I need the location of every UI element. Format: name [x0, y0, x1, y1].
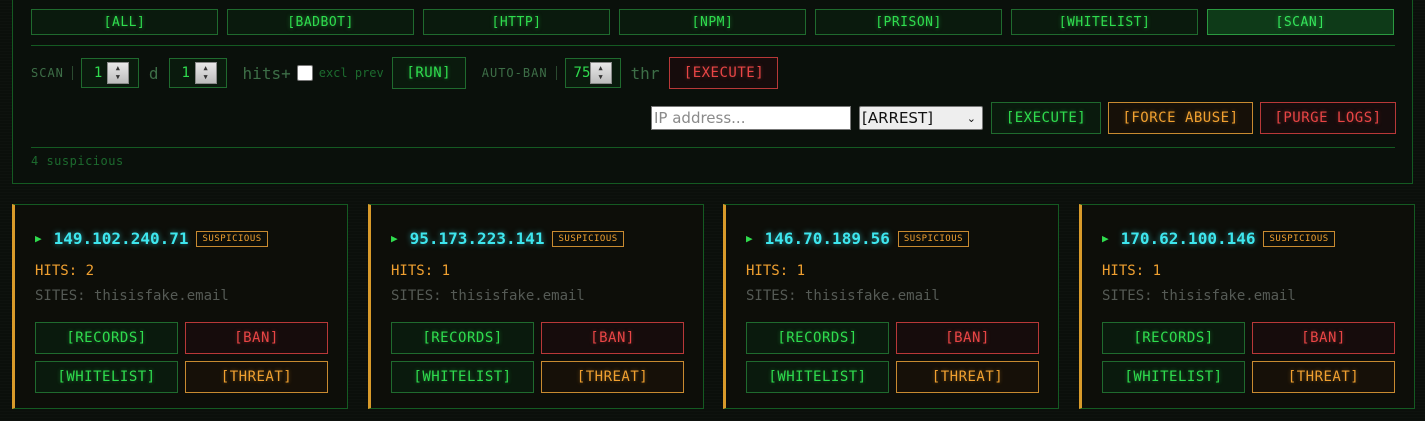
divider [31, 45, 1395, 46]
status-badge: SUSPICIOUS [1263, 230, 1335, 247]
sites-list: SITES: thisisfake.email [746, 288, 940, 304]
spinner-icon[interactable]: ▲ ▼ [106, 62, 129, 84]
hits-count: HITS: 2 [35, 263, 95, 279]
ip-card: ▶ 95.173.223.141 SUSPICIOUS HITS: 1 SITE… [368, 204, 704, 409]
whitelist-button[interactable]: [WHITELIST] [391, 361, 534, 393]
excl-prev-checkbox[interactable] [296, 65, 313, 81]
ip-address-input[interactable]: IP address... [651, 106, 851, 130]
triangle-right-icon[interactable]: ▶ [35, 232, 42, 245]
divider [31, 147, 1395, 148]
control-panel: [ALL] [BADBOT] [HTTP] [NPM] [PRISON] [WH… [12, 0, 1413, 184]
tab-all[interactable]: [ALL] [31, 9, 218, 35]
run-button[interactable]: [RUN] [391, 57, 466, 89]
purge-logs-button[interactable]: [PURGE LOGS] [1260, 102, 1396, 134]
sites-list: SITES: thisisfake.email [1102, 288, 1296, 304]
threshold-unit: thr [630, 63, 660, 83]
threat-button[interactable]: [THREAT] [896, 361, 1039, 393]
tab-http[interactable]: [HTTP] [423, 9, 610, 35]
tab-whitelist[interactable]: [WHITELIST] [1011, 9, 1198, 35]
autoban-execute-button[interactable]: [EXECUTE] [669, 57, 779, 89]
ip-address: 149.102.240.71 [53, 229, 189, 248]
tab-npm[interactable]: [NPM] [619, 9, 806, 35]
chevron-down-icon: ⌄ [966, 111, 976, 125]
whitelist-button[interactable]: [WHITELIST] [1102, 361, 1245, 393]
filter-tabs: [ALL] [BADBOT] [HTTP] [NPM] [PRISON] [WH… [31, 9, 1394, 35]
sites-list: SITES: thisisfake.email [391, 288, 585, 304]
spinner-icon[interactable]: ▲ ▼ [194, 62, 217, 84]
action-select[interactable]: [ARREST] ⌄ [859, 106, 983, 130]
separator [71, 66, 73, 80]
ban-button[interactable]: [BAN] [1252, 322, 1395, 354]
records-button[interactable]: [RECORDS] [1102, 322, 1245, 354]
records-button[interactable]: [RECORDS] [391, 322, 534, 354]
ban-button[interactable]: [BAN] [896, 322, 1039, 354]
ip-address: 146.70.189.56 [764, 229, 890, 248]
hits-count: HITS: 1 [1102, 263, 1162, 279]
ban-button[interactable]: [BAN] [185, 322, 328, 354]
tab-badbot[interactable]: [BADBOT] [227, 9, 414, 35]
hits-count: HITS: 1 [746, 263, 806, 279]
hits-stepper[interactable]: 1 ▲ ▼ [168, 58, 227, 88]
ip-card: ▶ 170.62.100.146 SUSPICIOUS HITS: 1 SITE… [1079, 204, 1415, 409]
whitelist-button[interactable]: [WHITELIST] [746, 361, 889, 393]
records-button[interactable]: [RECORDS] [35, 322, 178, 354]
threat-button[interactable]: [THREAT] [541, 361, 684, 393]
days-value: 1 [93, 65, 103, 81]
hits-count: HITS: 1 [391, 263, 451, 279]
autoban-label: AUTO-BAN [481, 66, 548, 80]
triangle-right-icon[interactable]: ▶ [746, 232, 753, 245]
force-abuse-button[interactable]: [FORCE ABUSE] [1108, 102, 1253, 134]
scan-label: SCAN [31, 66, 64, 80]
ip-card: ▶ 149.102.240.71 SUSPICIOUS HITS: 2 SITE… [12, 204, 348, 409]
status-badge: SUSPICIOUS [897, 230, 970, 247]
days-stepper[interactable]: 1 ▲ ▼ [80, 58, 139, 88]
suspicious-count: 4 suspicious [31, 154, 124, 168]
triangle-right-icon[interactable]: ▶ [391, 232, 398, 245]
ip-action-bar: IP address... [ARREST] ⌄ [EXECUTE] [FORC… [651, 102, 1396, 134]
threat-button[interactable]: [THREAT] [185, 361, 328, 393]
status-badge: SUSPICIOUS [196, 230, 268, 247]
hits-unit: hits+ [242, 63, 291, 83]
excl-prev-label: excl prev [318, 66, 384, 80]
scan-controls: SCAN 1 ▲ ▼ d 1 ▲ ▼ hits+ excl prev [RUN] A… [31, 57, 779, 89]
tab-scan[interactable]: [SCAN] [1207, 9, 1394, 35]
triangle-right-icon[interactable]: ▶ [1102, 232, 1109, 245]
threat-button[interactable]: [THREAT] [1252, 361, 1395, 393]
threshold-value: 75 [573, 65, 591, 81]
ip-card: ▶ 146.70.189.56 SUSPICIOUS HITS: 1 SITES… [723, 204, 1059, 409]
hits-value: 1 [181, 65, 190, 81]
whitelist-button[interactable]: [WHITELIST] [35, 361, 178, 393]
threshold-stepper[interactable]: 75 ▲ ▼ [564, 58, 621, 88]
sites-list: SITES: thisisfake.email [35, 288, 229, 304]
ip-address: 170.62.100.146 [1120, 229, 1256, 248]
status-badge: SUSPICIOUS [552, 230, 624, 247]
ban-button[interactable]: [BAN] [541, 322, 684, 354]
ip-address: 95.173.223.141 [409, 229, 545, 248]
records-button[interactable]: [RECORDS] [746, 322, 889, 354]
spinner-icon[interactable]: ▲ ▼ [589, 62, 612, 84]
tab-prison[interactable]: [PRISON] [815, 9, 1002, 35]
execute-button[interactable]: [EXECUTE] [991, 102, 1101, 134]
days-unit: d [148, 63, 159, 83]
separator [555, 66, 557, 80]
action-select-value: [ARREST] [862, 109, 933, 127]
